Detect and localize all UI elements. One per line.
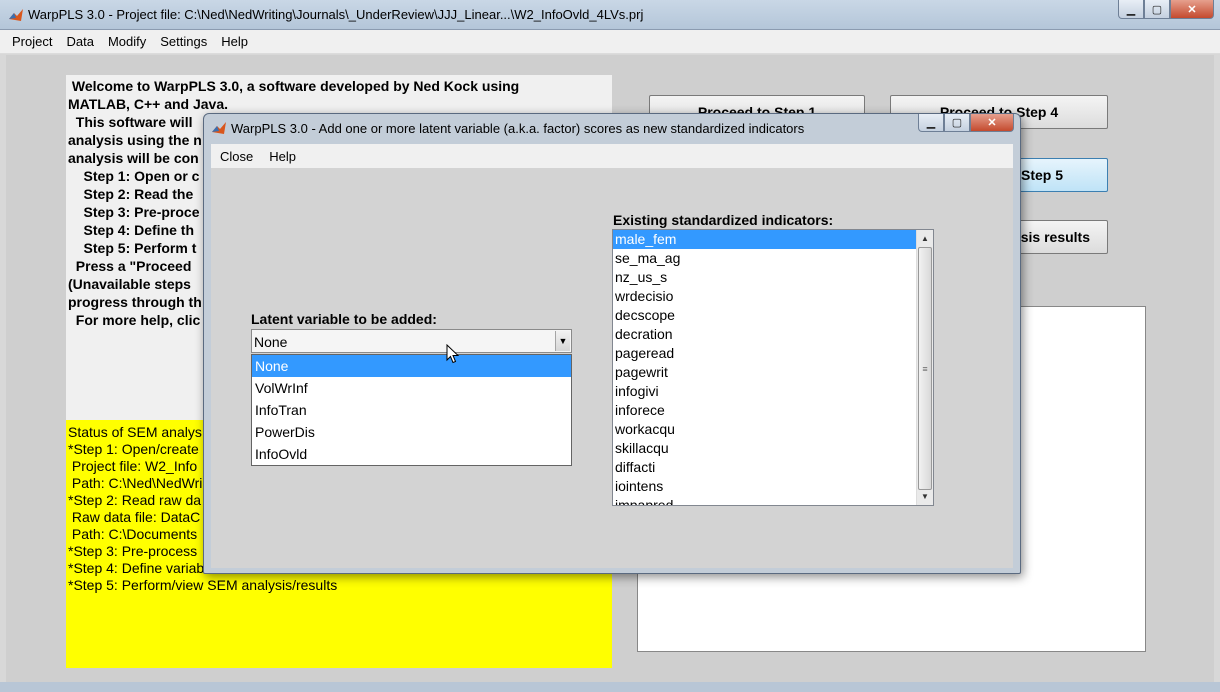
mouse-cursor-icon — [446, 344, 460, 364]
status-line: *Step 5: Perform/view SEM analysis/resul… — [68, 577, 338, 593]
list-item[interactable]: workacqu — [613, 420, 916, 439]
dropdown-option[interactable]: VolWrInf — [252, 377, 571, 399]
dialog-title-bar: WarpPLS 3.0 - Add one or more latent var… — [204, 114, 1020, 142]
maximize-icon[interactable]: ▢ — [944, 114, 970, 132]
main-title-bar: WarpPLS 3.0 - Project file: C:\Ned\NedWr… — [0, 0, 1220, 30]
maximize-icon[interactable]: ▢ — [1144, 0, 1170, 19]
combo-value: None — [254, 334, 288, 350]
menu-help[interactable]: Help — [215, 34, 254, 49]
matlab-icon — [212, 122, 226, 134]
dropdown-option[interactable]: InfoTran — [252, 399, 571, 421]
dialog-menu-bar: Close Help — [211, 144, 1013, 168]
latent-variable-label: Latent variable to be added: — [251, 311, 437, 327]
dropdown-option[interactable]: PowerDis — [252, 421, 571, 443]
scroll-up-icon[interactable]: ▲ — [917, 230, 933, 247]
close-icon[interactable]: ✕ — [970, 114, 1014, 132]
list-item[interactable]: iointens — [613, 477, 916, 496]
indicators-items: male_fem se_ma_ag nz_us_s wrdecisio decs… — [613, 230, 916, 505]
list-item[interactable]: inforece — [613, 401, 916, 420]
list-item[interactable]: pageread — [613, 344, 916, 363]
indicators-scrollbar[interactable]: ▲ ≡ ▼ — [916, 230, 933, 505]
list-item[interactable]: diffacti — [613, 458, 916, 477]
dropdown-arrow-icon[interactable]: ▼ — [555, 331, 570, 351]
dialog-title: WarpPLS 3.0 - Add one or more latent var… — [231, 121, 805, 136]
menu-settings[interactable]: Settings — [154, 34, 213, 49]
list-item[interactable]: nz_us_s — [613, 268, 916, 287]
list-item[interactable]: skillacqu — [613, 439, 916, 458]
list-item[interactable]: male_fem — [613, 230, 916, 249]
scroll-thumb[interactable]: ≡ — [918, 247, 932, 490]
welcome-line: MATLAB, C++ and Java. — [68, 96, 229, 112]
dialog-menu-help[interactable]: Help — [262, 149, 303, 164]
list-item[interactable]: wrdecisio — [613, 287, 916, 306]
list-item[interactable]: pagewrit — [613, 363, 916, 382]
welcome-line: Welcome to WarpPLS 3.0, a software devel… — [68, 78, 520, 94]
main-menu-bar: Project Data Modify Settings Help — [0, 30, 1220, 54]
dialog-window-controls: ▁ ▢ ✕ — [918, 114, 1014, 134]
minimize-icon[interactable]: ▁ — [918, 114, 944, 132]
scroll-down-icon[interactable]: ▼ — [917, 488, 933, 505]
indicators-listbox[interactable]: male_fem se_ma_ag nz_us_s wrdecisio decs… — [612, 229, 934, 506]
list-item[interactable]: se_ma_ag — [613, 249, 916, 268]
close-icon[interactable]: ✕ — [1170, 0, 1214, 19]
menu-project[interactable]: Project — [6, 34, 58, 49]
list-item[interactable]: infogivi — [613, 382, 916, 401]
matlab-icon — [9, 9, 23, 21]
dropdown-option[interactable]: None — [252, 355, 571, 377]
latent-variable-combo[interactable]: None ▼ — [251, 329, 572, 353]
latent-variable-dropdown: None VolWrInf InfoTran PowerDis InfoOvld — [251, 354, 572, 466]
dialog-menu-close[interactable]: Close — [213, 149, 260, 164]
indicators-label: Existing standardized indicators: — [613, 212, 834, 228]
list-item[interactable]: impapred — [613, 496, 916, 505]
list-item[interactable]: decscope — [613, 306, 916, 325]
list-item[interactable]: decration — [613, 325, 916, 344]
window-bottom-border — [0, 682, 1220, 692]
main-window-controls: ▁ ▢ ✕ — [1118, 0, 1214, 20]
dropdown-option[interactable]: InfoOvld — [252, 443, 571, 465]
menu-modify[interactable]: Modify — [102, 34, 152, 49]
menu-data[interactable]: Data — [60, 34, 99, 49]
minimize-icon[interactable]: ▁ — [1118, 0, 1144, 19]
main-window-title: WarpPLS 3.0 - Project file: C:\Ned\NedWr… — [28, 7, 644, 22]
